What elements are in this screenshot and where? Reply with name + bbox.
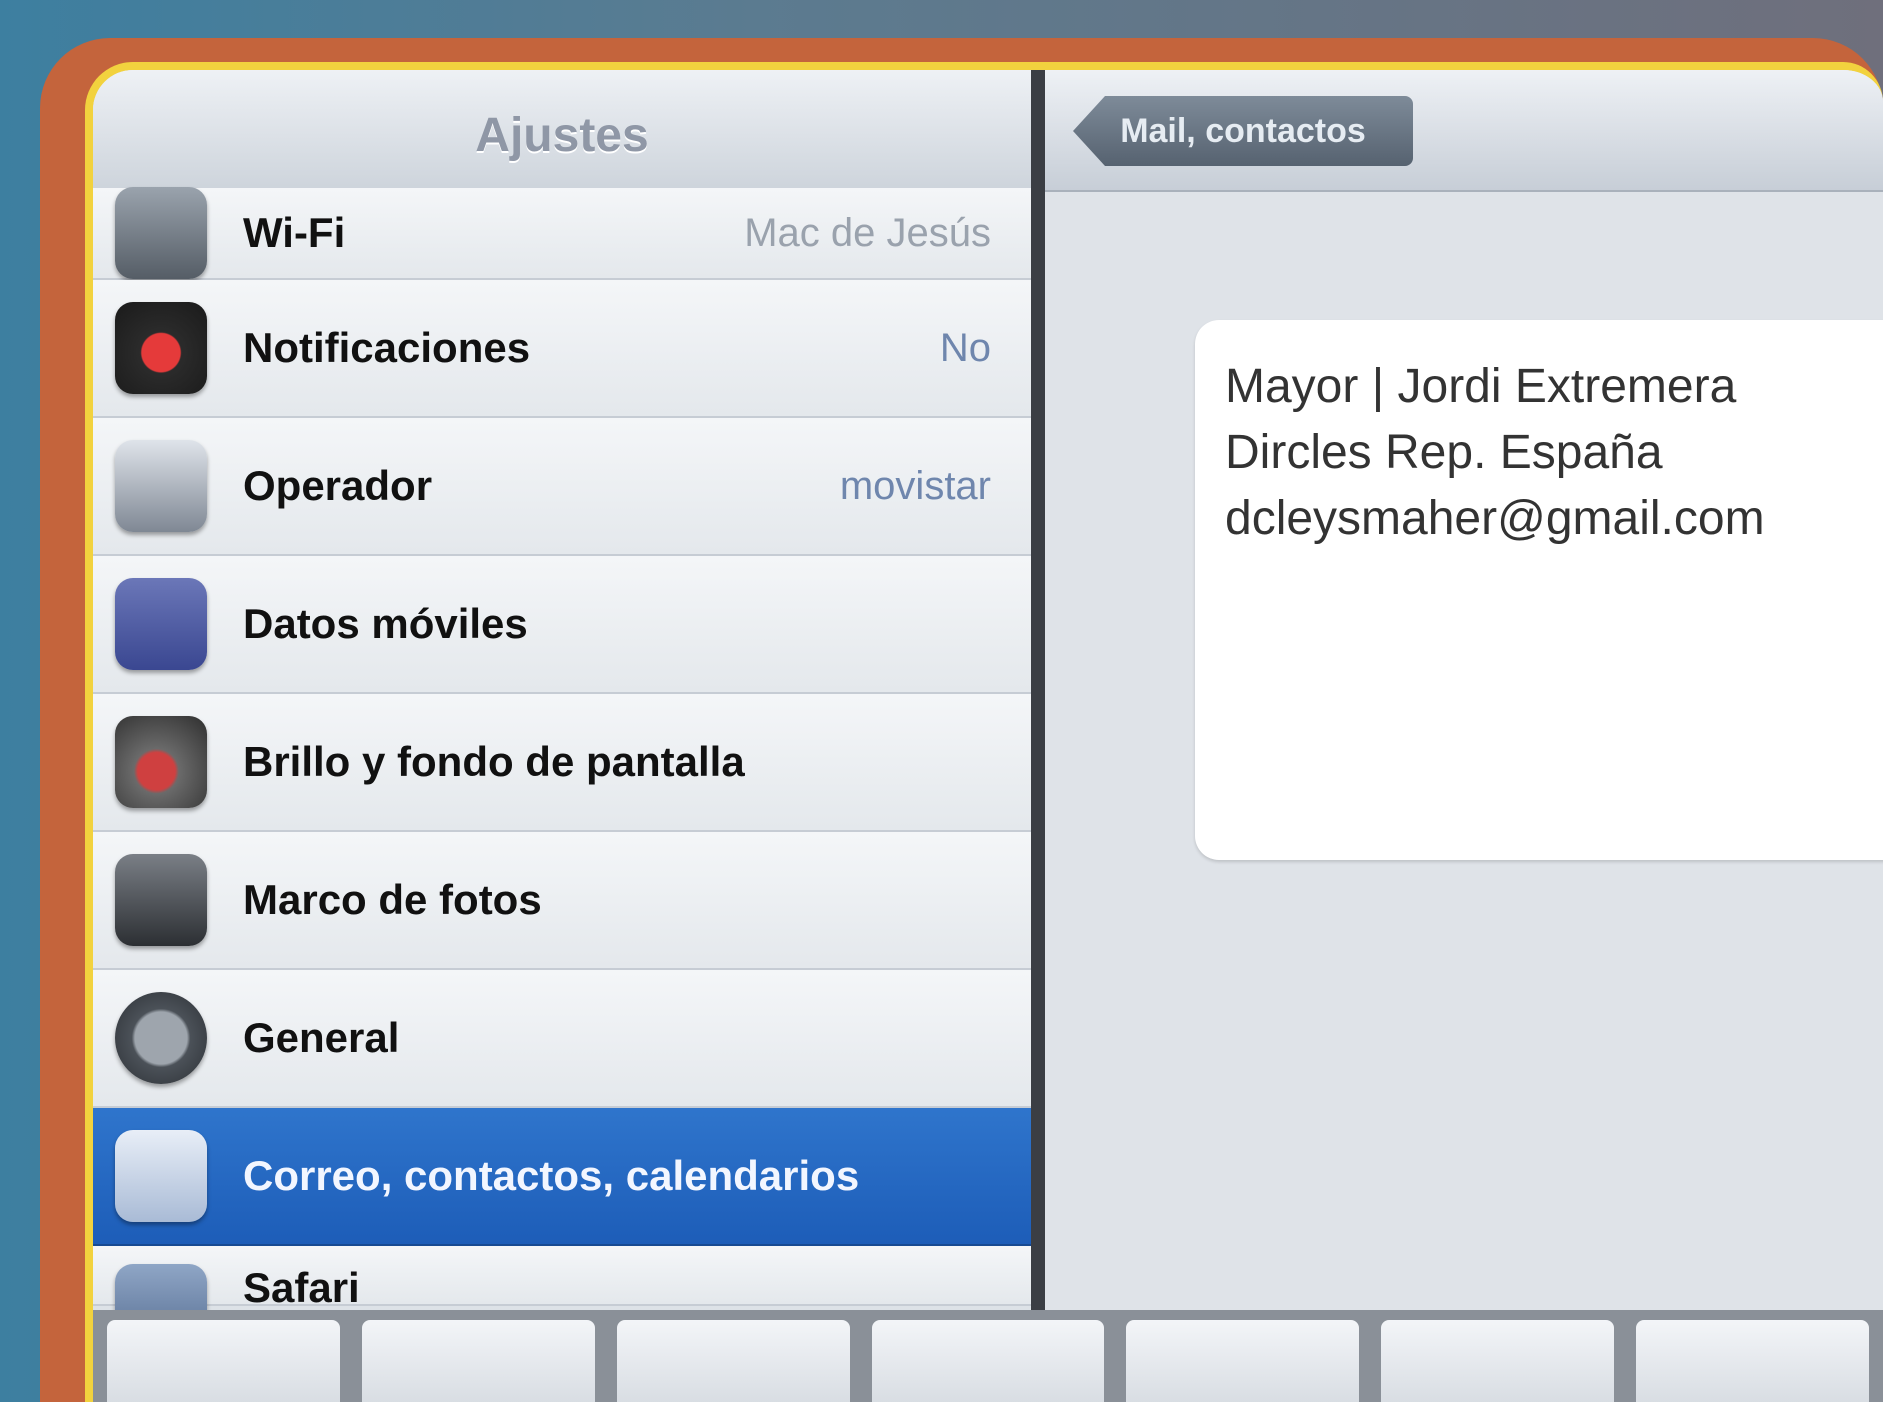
brightness-icon — [115, 716, 207, 808]
settings-row-general[interactable]: General — [93, 970, 1031, 1108]
notifications-icon — [115, 302, 207, 394]
row-value: No — [939, 325, 991, 370]
signature-line: dcleysmaher@gmail.com — [1225, 492, 1765, 545]
ipad-screen: Ajustes Wi-Fi Mac de Jesús Notificacione… — [85, 62, 1883, 1402]
signature-text-area[interactable]: Mayor | Jordi Extremera Dircles Rep. Esp… — [1195, 320, 1883, 860]
detail-pane: Mail, contactos Mayor | Jordi Extremera … — [1045, 70, 1883, 1402]
row-label: General — [243, 1014, 400, 1061]
settings-row-cellular-data[interactable]: Datos móviles — [93, 556, 1031, 694]
wifi-icon — [115, 187, 207, 279]
bottom-key[interactable] — [1381, 1320, 1615, 1402]
bottom-key[interactable] — [871, 1320, 1105, 1402]
row-label: Datos móviles — [243, 600, 528, 647]
row-label: Marco de fotos — [243, 876, 542, 923]
settings-row-carrier[interactable]: Operador movistar — [93, 418, 1031, 556]
settings-master-pane: Ajustes Wi-Fi Mac de Jesús Notificacione… — [93, 70, 1031, 1402]
page-title: Ajustes — [475, 109, 649, 162]
signature-line: Dircles Rep. España — [1225, 426, 1663, 479]
row-label: Correo, contactos, calendarios — [243, 1152, 860, 1199]
settings-list: Wi-Fi Mac de Jesús Notificaciones No Ope… — [93, 187, 1031, 1356]
signature-line: Mayor | Jordi Extremera — [1225, 360, 1737, 413]
mail-icon — [115, 1130, 207, 1222]
row-label: Notificaciones — [243, 324, 531, 371]
settings-row-brightness[interactable]: Brillo y fondo de pantalla — [93, 694, 1031, 832]
settings-row-wifi[interactable]: Wi-Fi Mac de Jesús — [93, 187, 1031, 280]
settings-row-safari[interactable]: Safari — [93, 1246, 1031, 1356]
general-gear-icon — [115, 992, 207, 1084]
row-label: Operador — [243, 462, 433, 509]
settings-row-notifications[interactable]: Notificaciones No — [93, 280, 1031, 418]
split-divider — [1031, 70, 1045, 1402]
bottom-key[interactable] — [361, 1320, 595, 1402]
row-value: movistar — [839, 463, 991, 508]
bottom-key[interactable] — [616, 1320, 850, 1402]
bottom-key[interactable] — [1126, 1320, 1360, 1402]
row-label: Safari — [243, 1264, 360, 1311]
signature-text: Mayor | Jordi Extremera Dircles Rep. Esp… — [1225, 354, 1765, 552]
bottom-key[interactable] — [1636, 1320, 1870, 1402]
back-button-label: Mail, contactos — [1120, 111, 1366, 150]
row-label: Brillo y fondo de pantalla — [243, 738, 745, 785]
back-button[interactable]: Mail, contactos — [1073, 96, 1413, 166]
bottom-key[interactable] — [107, 1320, 340, 1402]
settings-row-picture-frame[interactable]: Marco de fotos — [93, 832, 1031, 970]
cellular-data-icon — [115, 578, 207, 670]
settings-row-mail-contacts-calendars[interactable]: Correo, contactos, calendarios — [93, 1108, 1031, 1246]
row-value: Mac de Jesús — [744, 210, 991, 255]
bottom-key-strip — [93, 1310, 1883, 1402]
row-label: Wi-Fi — [243, 209, 346, 256]
detail-nav-bar: Mail, contactos — [1045, 70, 1883, 192]
picture-frame-icon — [115, 854, 207, 946]
carrier-icon — [115, 440, 207, 532]
